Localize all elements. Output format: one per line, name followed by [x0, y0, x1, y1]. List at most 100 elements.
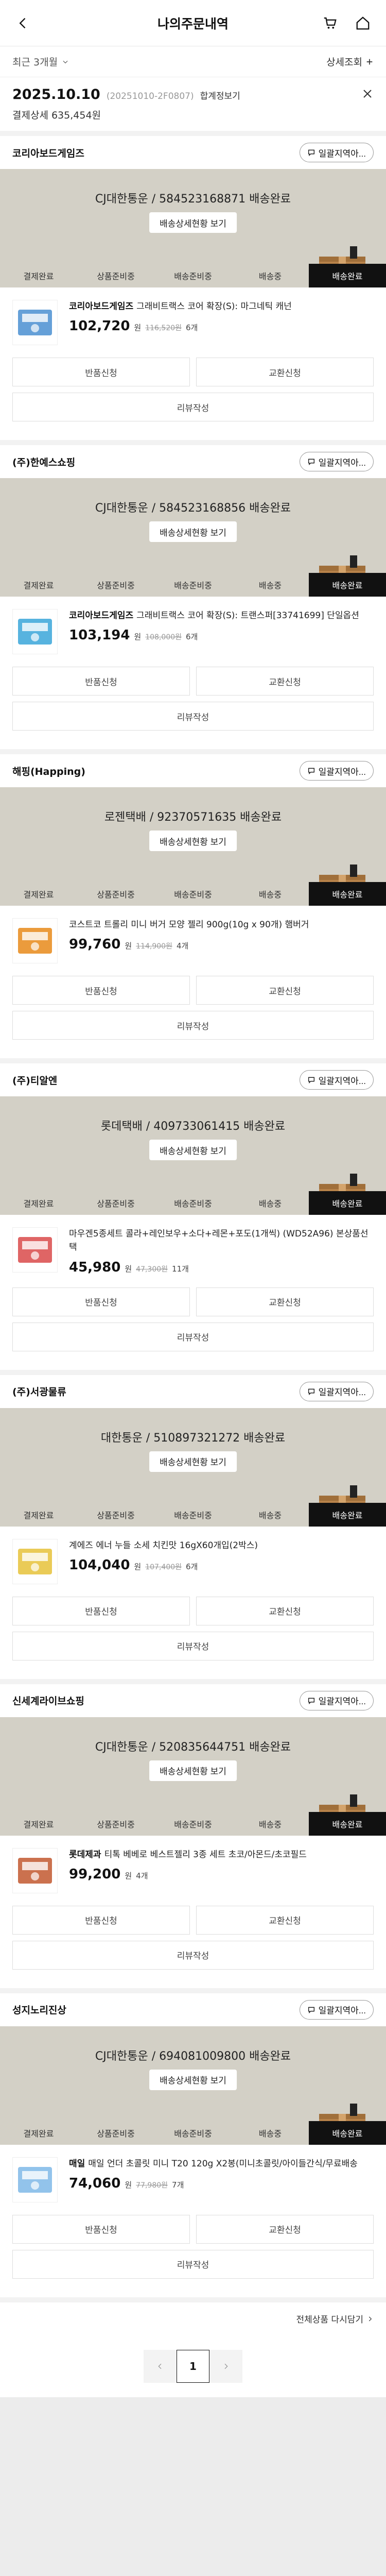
product-thumbnail[interactable] [12, 609, 58, 654]
delivery-step: 상품준비중 [97, 890, 135, 900]
home-icon[interactable] [352, 12, 374, 34]
delivery-step: 결제완료 [23, 272, 54, 281]
product-item[interactable]: 롯데제과 티톡 베베로 베스트젤리 3종 세트 초코/아몬드/초코필드 99,20… [0, 1836, 386, 1902]
product-thumbnail[interactable] [12, 1538, 58, 1584]
currency-unit: 원 [134, 1562, 142, 1572]
next-page-button[interactable] [209, 2349, 242, 2383]
product-name-line: 코리아보드게임즈 그래비트랙스 코어 확장(S): 트랜스퍼[33741699] … [69, 609, 374, 622]
tracking-info: CJ대한통운 / 584523168856 배송완료 [95, 502, 291, 515]
product-name: 마우겐5종세트 콜라+레인보우+소다+레몬+포도(1개씩) (WD52A96) … [69, 1229, 369, 1253]
delivery-step: 배송완료 [309, 1191, 386, 1215]
exchange-request-button[interactable]: 교환신청 [196, 1905, 374, 1935]
tracking-detail-button[interactable]: 배송상세현황 보기 [149, 1451, 237, 1472]
exchange-request-button[interactable]: 교환신청 [196, 2214, 374, 2244]
shop-name: 코리아보드게임즈 [12, 147, 84, 159]
tracking-detail-button[interactable]: 배송상세현황 보기 [149, 521, 237, 542]
ask-seller-button[interactable]: 일괄지역아... [299, 761, 374, 781]
original-price: 107,400원 [145, 1563, 182, 1572]
exchange-request-button[interactable]: 교환신청 [196, 358, 374, 386]
cart-icon[interactable] [319, 12, 341, 34]
return-request-button[interactable]: 반품신청 [12, 667, 190, 696]
ask-seller-button[interactable]: 일괄지역아... [299, 1381, 374, 1401]
exchange-request-button[interactable]: 교환신청 [196, 1287, 374, 1316]
period-select[interactable]: 최근 3개월 [12, 55, 69, 69]
product-thumbnail[interactable] [12, 1848, 58, 1893]
shop-name: (주)한예스쇼핑 [12, 456, 76, 468]
pay-method[interactable]: 합계정보기 [200, 89, 240, 101]
delivery-step: 상품준비중 [97, 272, 135, 281]
page-number-current[interactable]: 1 [177, 2349, 209, 2383]
product-item[interactable]: 마우겐5종세트 콜라+레인보우+소다+레몬+포도(1개씩) (WD52A96) … [0, 1215, 386, 1283]
write-review-button[interactable]: 리뷰작성 [12, 2249, 374, 2279]
product-thumbnail[interactable] [12, 300, 58, 345]
return-request-button[interactable]: 반품신청 [12, 976, 190, 1005]
delivery-step: 배송완료 [309, 1811, 386, 1836]
write-review-button[interactable]: 리뷰작성 [12, 393, 374, 421]
product-item[interactable]: 코리아보드게임즈 그래비트랙스 코어 확장(S): 마그네틱 캐넌 102,720… [0, 287, 386, 353]
view-all-button[interactable]: 전체상품 다시담기 [0, 2302, 386, 2335]
delivery-steps: 결제완료 상품준비중 배송준비중 배송중 배송완료 [0, 264, 386, 287]
delivery-step: 상품준비중 [97, 1510, 135, 1520]
write-review-button[interactable]: 리뷰작성 [12, 1940, 374, 1970]
product-thumbnail[interactable] [12, 918, 58, 963]
return-request-button[interactable]: 반품신청 [12, 2214, 190, 2244]
ask-seller-button[interactable]: 일괄지역아... [299, 1690, 374, 1710]
back-arrow-icon[interactable] [12, 12, 34, 34]
return-request-button[interactable]: 반품신청 [12, 358, 190, 386]
product-name: 티톡 베베로 베스트젤리 3종 세트 초코/아몬드/초코필드 [104, 1849, 307, 1860]
shop-section: (주)티알엔 일괄지역아... 롯데택배 / 409733061415 배송완료… [0, 1063, 386, 1375]
product-item[interactable]: 매일 매일 언더 초콜릿 미니 T20 120g X2봉(미니초콜릿/아이들간식/… [0, 2145, 386, 2211]
exchange-request-button[interactable]: 교환신청 [196, 667, 374, 696]
original-price: 108,000원 [145, 633, 182, 642]
chat-icon [308, 768, 314, 774]
detail-search-button[interactable]: 상세조회 [326, 55, 374, 69]
write-review-button[interactable]: 리뷰작성 [12, 1631, 374, 1660]
delivery-step: 배송중 [258, 1819, 282, 1829]
product-quantity: 6개 [186, 632, 198, 642]
shop-list: 코리아보드게임즈 일괄지역아... CJ대한통운 / 584523168871 … [0, 136, 386, 2302]
product-item[interactable]: 코리아보드게임즈 그래비트랙스 코어 확장(S): 트랜스퍼[33741699] … [0, 597, 386, 663]
tracking-detail-button[interactable]: 배송상세현황 보기 [149, 2069, 237, 2090]
close-icon[interactable] [361, 88, 374, 102]
product-price: 103,194 [69, 628, 130, 643]
write-review-button[interactable]: 리뷰작성 [12, 702, 374, 731]
ask-seller-label: 일괄지역아... [318, 1387, 366, 1398]
tracking-info: CJ대한통운 / 584523168871 배송완료 [95, 193, 291, 206]
product-thumbnail[interactable] [12, 1227, 58, 1273]
product-price-line: 104,040 원 107,400원 6개 [69, 1557, 374, 1573]
return-request-button[interactable]: 반품신청 [12, 1596, 190, 1625]
product-item[interactable]: 계에즈 에너 누들 소세 치킨맛 16gX60개입(2박스) 104,040 원… [0, 1527, 386, 1592]
tracking-detail-button[interactable]: 배송상세현황 보기 [149, 212, 237, 233]
write-review-button[interactable]: 리뷰작성 [12, 1322, 374, 1351]
tracking-panel: CJ대한통운 / 584523168856 배송완료 배송상세현황 보기 결제완… [0, 478, 386, 597]
tracking-detail-button[interactable]: 배송상세현황 보기 [149, 831, 237, 851]
delivery-step: 배송완료 [309, 1502, 386, 1527]
return-request-button[interactable]: 반품신청 [12, 1287, 190, 1316]
product-name-line: 마우겐5종세트 콜라+레인보우+소다+레몬+포도(1개씩) (WD52A96) … [69, 1227, 374, 1255]
order-total: 결제상세 635,454원 [12, 110, 101, 121]
ask-seller-label: 일괄지역아... [318, 2006, 366, 2016]
detail-search-label: 상세조회 [326, 57, 362, 68]
currency-unit: 원 [125, 1264, 132, 1274]
product-thumbnail[interactable] [12, 2157, 58, 2202]
product-quantity: 6개 [186, 323, 198, 333]
exchange-request-button[interactable]: 교환신청 [196, 1596, 374, 1625]
ask-seller-button[interactable]: 일괄지역아... [299, 1999, 374, 2020]
product-quantity: 11개 [172, 1264, 189, 1274]
shop-name: 신세계라이브쇼핑 [12, 1696, 84, 1707]
delivery-step: 배송준비중 [174, 1510, 212, 1520]
ask-seller-button[interactable]: 일괄지역아... [299, 1070, 374, 1090]
ask-seller-button[interactable]: 일괄지역아... [299, 452, 374, 471]
return-request-button[interactable]: 반품신청 [12, 1905, 190, 1935]
product-actions: 반품신청 교환신청 리뷰작성 [0, 972, 386, 1058]
write-review-button[interactable]: 리뷰작성 [12, 1011, 374, 1040]
prev-page-button[interactable] [144, 2349, 177, 2383]
shop-section: 성지노리진상 일괄지역아... CJ대한통운 / 694081009800 배송… [0, 1993, 386, 2302]
ask-seller-button[interactable]: 일괄지역아... [299, 143, 374, 162]
tracking-detail-button[interactable]: 배송상세현황 보기 [149, 1140, 237, 1160]
shop-section: 코리아보드게임즈 일괄지역아... CJ대한통운 / 584523168871 … [0, 136, 386, 445]
tracking-detail-button[interactable]: 배송상세현황 보기 [149, 1760, 237, 1781]
product-item[interactable]: 코스트코 트롤리 미니 버거 모양 젤리 900g(10g x 90개) 햄버거… [0, 906, 386, 972]
ask-seller-label: 일괄지역아... [318, 1076, 366, 1086]
exchange-request-button[interactable]: 교환신청 [196, 976, 374, 1005]
